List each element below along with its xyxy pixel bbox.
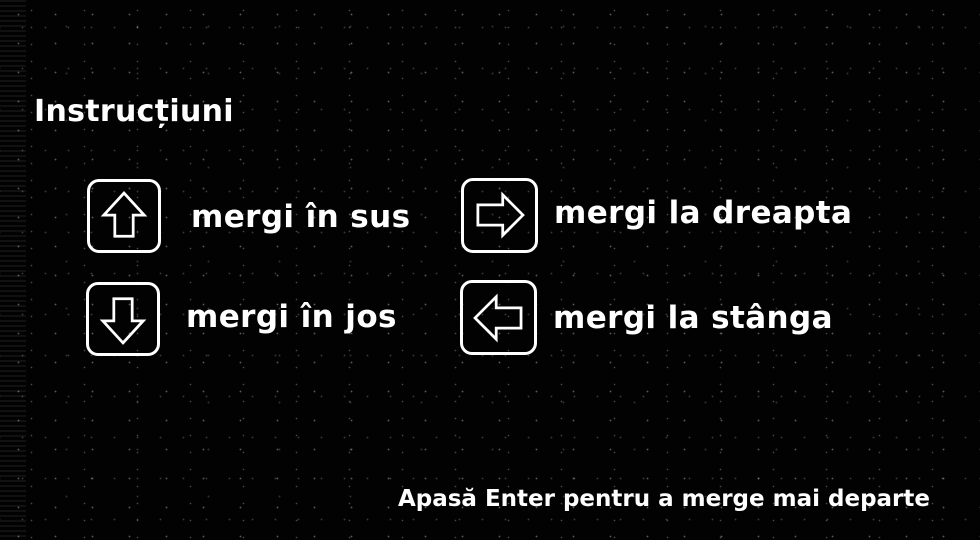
arrow-down-icon — [99, 297, 147, 345]
arrow-up-key — [87, 179, 161, 253]
arrow-left-icon — [473, 293, 523, 343]
arrow-right-key — [461, 178, 538, 253]
arrow-right-icon — [476, 191, 525, 239]
control-label-left: mergi la stânga — [553, 300, 833, 336]
control-label-down: mergi în jos — [186, 299, 397, 335]
continue-prompt: Apasă Enter pentru a merge mai departe — [397, 486, 930, 512]
control-label-up: mergi în sus — [191, 199, 411, 235]
control-label-right: mergi la dreapta — [554, 195, 853, 231]
background-noise — [0, 0, 26, 540]
instructions-screen: Instrucțiuni mergi în sus mergi în jos m… — [0, 0, 980, 540]
screen-title: Instrucțiuni — [34, 94, 234, 129]
arrow-down-key — [86, 282, 160, 356]
arrow-up-icon — [100, 190, 148, 238]
arrow-left-key — [460, 280, 537, 355]
